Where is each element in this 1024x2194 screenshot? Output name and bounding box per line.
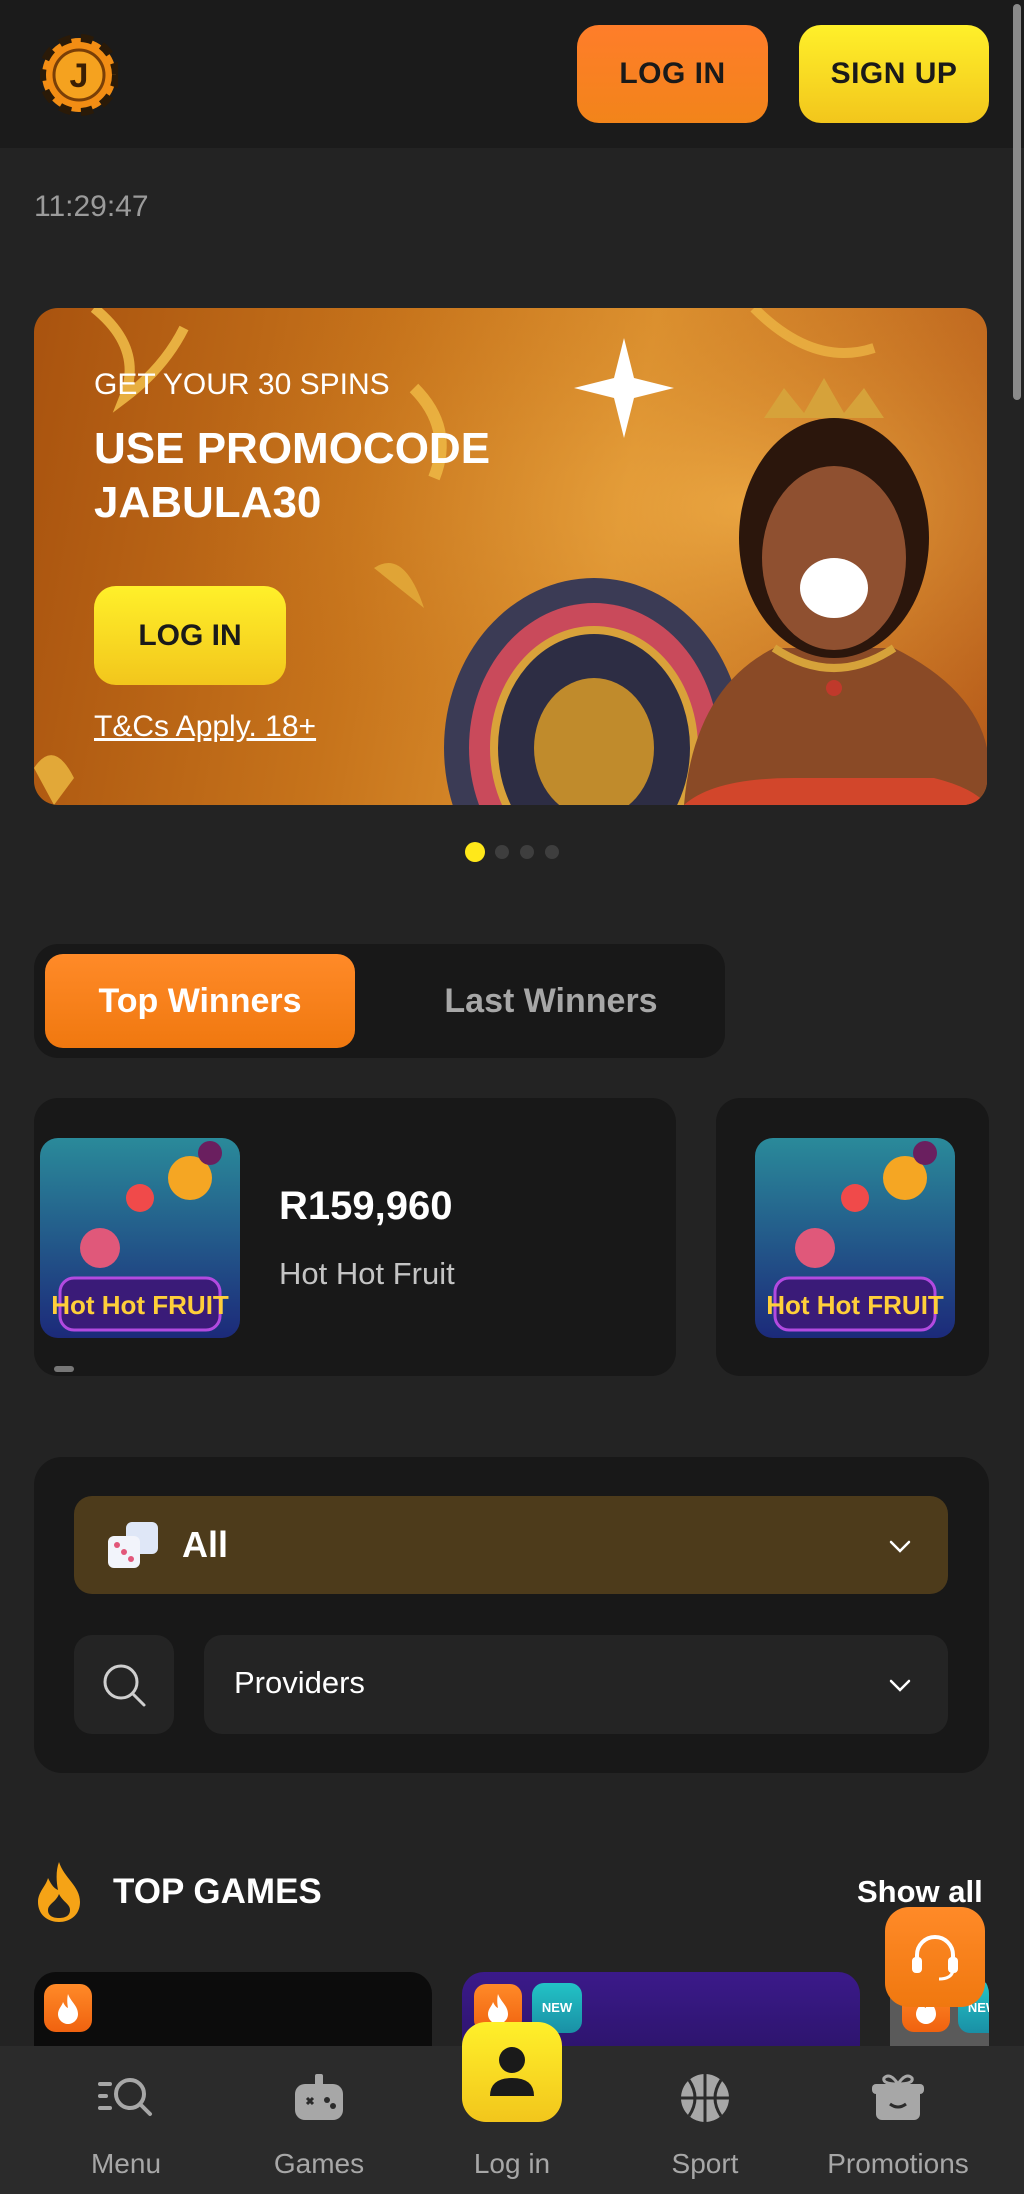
basketball-icon [681,2074,729,2122]
svg-text:Hot Hot FRUIT: Hot Hot FRUIT [766,1290,944,1320]
page: J LOG IN SIGN UP 11:29:47 GET YOUR 30 SP… [0,0,1024,2194]
carousel-dot[interactable] [520,845,534,859]
winner-game-name: Hot Hot Fruit [279,1256,455,1291]
nav-item-menu[interactable]: Menu [36,2046,216,2194]
show-all-link[interactable]: Show all [857,1874,983,1910]
scrollbar[interactable] [1013,4,1021,400]
terms-link[interactable]: T&Cs Apply. 18+ [94,710,316,744]
category-select[interactable]: All [74,1496,948,1594]
winner-card[interactable]: Hot Hot FRUIT [716,1098,989,1376]
winner-amount: R159,960 [279,1184,453,1228]
menu-search-icon [98,2078,152,2116]
login-button[interactable]: LOG IN [577,25,768,123]
nav-label: Games [273,2148,365,2179]
banner-login-button[interactable]: LOG IN [94,586,286,685]
logo[interactable]: J [40,32,118,118]
category-label: All [182,1524,229,1565]
winner-card[interactable]: Hot Hot FRUIT R159,960 Hot Hot Fruit [34,1098,676,1376]
providers-label: Providers [234,1665,365,1700]
carousel-dot[interactable] [495,845,509,859]
carousel-dot[interactable] [545,845,559,859]
promo-banner[interactable]: GET YOUR 30 SPINS USE PROMOCODE JABULA30… [34,308,987,805]
nav-item-promotions[interactable]: Promotions [808,2046,988,2194]
clock: 11:29:47 [34,190,149,223]
search-icon [103,1664,146,1707]
search-button[interactable] [74,1635,174,1734]
banner-subtitle: GET YOUR 30 SPINS [94,368,390,401]
tab-top-winners[interactable]: Top Winners [45,954,355,1048]
game-thumbnail: Hot Hot FRUIT [755,1138,955,1338]
dice-icon [108,1522,158,1568]
signup-button[interactable]: SIGN UP [799,25,989,123]
nav-item-games[interactable]: Games [229,2046,409,2194]
game-thumbnail: Hot Hot FRUIT [40,1138,240,1338]
flame-icon [58,1994,78,2024]
chevron-down-icon [889,1679,911,1692]
nav-item-sport[interactable]: Sport [615,2046,795,2194]
top-header: J LOG IN SIGN UP [0,0,1024,148]
nav-label: Sport [671,2148,739,2179]
gift-icon [872,2074,924,2120]
logo-letter: J [70,57,89,95]
carousel-dot-active[interactable] [465,842,485,862]
winners-tabs: Top Winners Last Winners [34,944,725,1058]
headset-icon [912,1934,958,1981]
svg-text:Hot Hot FRUIT: Hot Hot FRUIT [51,1290,229,1320]
tab-last-winners[interactable]: Last Winners [396,954,706,1048]
user-icon [490,2047,534,2096]
hot-badge [44,1984,92,2032]
login-nav-button[interactable] [462,2022,562,2122]
top-games-title: TOP GAMES [113,1872,322,1911]
gamepad-icon [295,2074,343,2120]
banner-title: USE PROMOCODE JABULA30 [94,424,491,527]
support-button[interactable] [885,1907,985,2007]
nav-label: Promotions [827,2148,969,2179]
filter-panel: All Providers [34,1457,989,1773]
nav-label: Log in [473,2148,551,2179]
card-indicator [54,1366,74,1372]
flame-icon [38,1862,80,1922]
providers-select[interactable]: Providers [204,1635,948,1734]
nav-label: Menu [90,2148,162,2179]
chevron-down-icon [889,1540,911,1553]
